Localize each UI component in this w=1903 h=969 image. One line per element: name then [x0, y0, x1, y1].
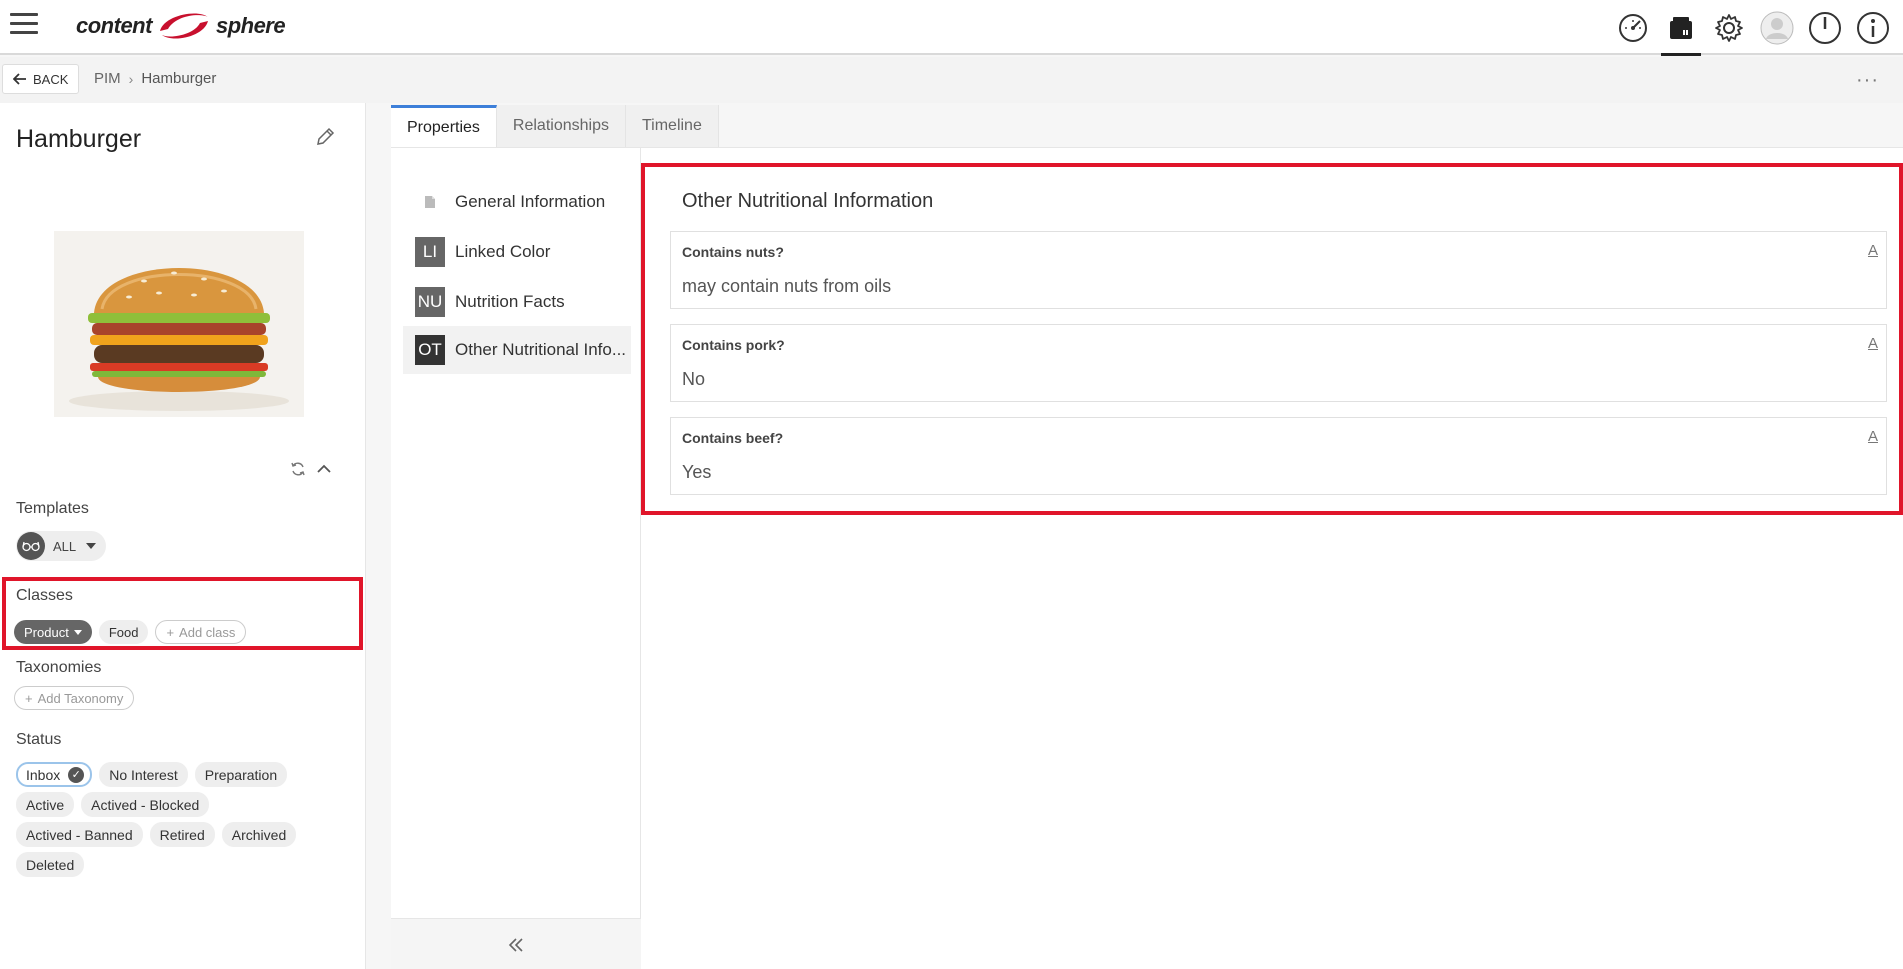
nav-item-other-nutritional-info[interactable]: OT Other Nutritional Info... — [403, 326, 631, 374]
nav-item-nutrition-facts[interactable]: NU Nutrition Facts — [403, 278, 631, 326]
more-options-icon[interactable]: ··· — [1856, 69, 1879, 92]
status-label: Status — [16, 731, 62, 748]
field-contains-nuts[interactable]: Contains nuts? may contain nuts from oil… — [670, 231, 1887, 309]
check-icon: ✓ — [68, 766, 85, 783]
caret-down-icon — [73, 629, 82, 635]
pencil-icon[interactable] — [314, 126, 338, 150]
user-icon[interactable] — [1755, 6, 1799, 50]
classes-label: Classes — [16, 587, 73, 604]
status-chip-no-interest[interactable]: No Interest — [99, 762, 188, 787]
status-chip-archived[interactable]: Archived — [221, 822, 297, 847]
templates-value: ALL — [53, 538, 77, 554]
field-value[interactable]: No — [682, 369, 705, 390]
chevron-up-icon[interactable] — [316, 461, 332, 482]
menu-icon[interactable] — [10, 13, 38, 37]
chevron-right-icon: › — [128, 70, 134, 87]
nav-badge: LI — [415, 237, 445, 267]
nav-item-label: Nutrition Facts — [455, 292, 565, 311]
field-label: Contains beef? — [682, 430, 784, 446]
class-chip-product[interactable]: Product — [14, 620, 92, 644]
section-title: Other Nutritional Information — [682, 190, 934, 212]
tab-timeline[interactable]: Timeline — [625, 105, 719, 147]
text-format-icon[interactable]: A — [1868, 428, 1878, 445]
nav-item-label: Other Nutritional Info... — [455, 340, 627, 359]
refresh-icon[interactable] — [290, 461, 306, 482]
logo[interactable]: content sphere — [76, 8, 286, 44]
field-label: Contains nuts? — [682, 244, 784, 260]
field-value[interactable]: may contain nuts from oils — [682, 276, 891, 297]
arrow-left-icon — [13, 73, 26, 85]
tab-properties[interactable]: Properties — [391, 105, 497, 147]
collapse-nav-button[interactable] — [391, 918, 641, 969]
templates-label: Templates — [16, 500, 89, 517]
back-button[interactable]: BACK — [2, 64, 80, 94]
templates-dropdown[interactable]: ALL — [16, 531, 106, 561]
section-content: Other Nutritional Information Contains n… — [641, 163, 1903, 515]
field-contains-beef[interactable]: Contains beef? Yes A — [670, 417, 1887, 495]
nav-item-label: General Information — [455, 192, 606, 211]
back-label: BACK — [33, 71, 69, 87]
properties-panel: General Information LI Linked Color NU N… — [391, 147, 1903, 969]
field-value[interactable]: Yes — [682, 462, 711, 483]
nav-item-general-information[interactable]: General Information — [403, 178, 631, 226]
catalog-icon[interactable] — [1659, 6, 1703, 56]
add-taxonomy-label: Add Taxonomy — [37, 690, 124, 706]
item-sidebar: Hamburger Templates ALL Classes Product … — [0, 103, 366, 969]
status-chip-preparation[interactable]: Preparation — [194, 762, 288, 787]
logo-text-sphere: sphere — [215, 13, 286, 38]
field-contains-pork[interactable]: Contains pork? No A — [670, 324, 1887, 402]
status-chip-deleted[interactable]: Deleted — [16, 852, 85, 877]
double-chevron-left-icon — [508, 937, 523, 952]
item-title: Hamburger — [16, 125, 142, 153]
product-image — [54, 231, 304, 417]
taxonomies-label: Taxonomies — [16, 659, 102, 676]
status-chip-retired[interactable]: Retired — [149, 822, 215, 847]
status-chip-actived-blocked[interactable]: Actived - Blocked — [81, 792, 210, 817]
breadcrumb-item-pim[interactable]: PIM — [94, 70, 121, 87]
settings-icon[interactable] — [1707, 6, 1751, 50]
status-chip-actived-banned[interactable]: Actived - Banned — [16, 822, 143, 847]
logo-text-content: content — [76, 13, 152, 38]
plus-icon: + — [166, 624, 175, 640]
section-nav: General Information LI Linked Color NU N… — [391, 148, 641, 969]
tab-relationships[interactable]: Relationships — [496, 105, 626, 147]
plus-icon: + — [25, 690, 33, 706]
text-format-icon[interactable]: A — [1868, 242, 1878, 259]
tab-bar: Properties Relationships Timeline — [391, 105, 719, 147]
add-class-label: Add class — [179, 624, 236, 640]
nav-item-linked-color[interactable]: LI Linked Color — [403, 228, 631, 276]
document-icon — [415, 187, 445, 217]
status-chip-label: Inbox — [26, 766, 61, 783]
breadcrumb: PIM › Hamburger — [94, 70, 216, 87]
breadcrumb-bar: BACK PIM › Hamburger ··· — [0, 57, 1903, 103]
field-label: Contains pork? — [682, 337, 785, 353]
breadcrumb-item-current: Hamburger — [141, 70, 217, 87]
class-chip-label: Product — [24, 624, 69, 640]
class-chip-food[interactable]: Food — [98, 620, 149, 644]
status-chip-inbox[interactable]: Inbox ✓ — [16, 762, 93, 787]
logo-swoosh-icon — [159, 13, 208, 39]
glasses-icon — [17, 532, 45, 560]
status-list: Inbox ✓ No Interest Preparation Active A… — [16, 762, 316, 877]
add-class-button[interactable]: + Add class — [155, 620, 247, 644]
nav-item-label: Linked Color — [455, 242, 551, 261]
info-icon[interactable] — [1851, 6, 1895, 50]
top-bar: content sphere — [0, 0, 1903, 56]
status-chip-active[interactable]: Active — [16, 792, 75, 817]
text-format-icon[interactable]: A — [1868, 335, 1878, 352]
add-taxonomy-button[interactable]: + Add Taxonomy — [14, 686, 135, 710]
caret-down-icon — [86, 543, 97, 549]
power-icon[interactable] — [1803, 6, 1847, 50]
nav-badge: NU — [415, 287, 445, 317]
dashboard-icon[interactable] — [1611, 6, 1655, 50]
nav-badge: OT — [415, 335, 445, 365]
